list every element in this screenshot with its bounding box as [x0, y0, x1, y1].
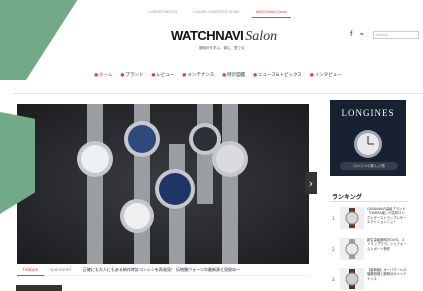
social-links: f ⌁ — [350, 30, 364, 38]
nav-brand[interactable]: ●ブランド — [121, 72, 144, 80]
nav-maintenance[interactable]: ●メンテナンス — [182, 72, 214, 80]
ad-subtext: ロンジンの新しい物 — [340, 162, 398, 170]
rank-number: 3 — [332, 277, 335, 282]
rank-title: CARAVANの高級ブランド「HARRA産」の名作ロングレザーストラップレザーエ… — [367, 207, 407, 225]
rss-icon[interactable]: ⌁ — [359, 30, 363, 38]
facebook-icon[interactable]: f — [350, 30, 352, 38]
rank-title: 【最新版】オーバホールの価格相場と腕時計のメンテナンス — [367, 268, 407, 281]
rank-title: 新生高級腕時計OLYS、ストラップワラ、シンフォームレポート新作 — [367, 238, 407, 251]
longines-ad-banner[interactable]: LONGINES ロンジンの新しい物 — [330, 100, 406, 176]
logo-sub: Salon — [245, 29, 278, 44]
rank-thumbnail — [340, 268, 364, 290]
site-header: WATCHNAVI Salon 腕時計を学ぶ、愉む、愛でる f ⌁ Search — [13, 28, 423, 64]
ranking-item[interactable]: 3 【最新版】オーバホールの価格相場と腕時計のメンテナンス — [332, 268, 408, 290]
topnav-item-luxury[interactable]: LUXURY CONTENTS GUIDE — [189, 8, 243, 18]
nav-news[interactable]: ●ニュース&トピックス — [253, 72, 302, 80]
site-logo[interactable]: WATCHNAVI Salon — [171, 28, 277, 45]
hero-slider-image[interactable] — [17, 104, 309, 264]
caption-tab-sponsored[interactable]: sponsored — [44, 264, 77, 276]
caption-tab-feature[interactable]: Feature — [17, 264, 45, 276]
tagline: 腕時計を学ぶ、愉む、愛でる — [199, 46, 245, 50]
hero-caption-text[interactable]: 正確にも大人にもある新作時計コンシンを再発見！ 伝統腕ウォーツの最新源と見極め― — [83, 267, 240, 273]
top-site-nav: CARTIER WATCH LUXURY CONTENTS GUIDE WATC… — [13, 8, 423, 18]
ranking-divider — [330, 201, 408, 202]
topnav-item-cartier[interactable]: CARTIER WATCH — [145, 8, 181, 18]
hero-caption-bar: Feature sponsored 正確にも大人にもある新作時計コンシンを再発見… — [17, 264, 309, 276]
header-divider — [13, 93, 423, 94]
ranking-item[interactable]: 2 新生高級腕時計OLYS、ストラップワラ、シンフォームレポート新作 — [332, 238, 408, 264]
rank-thumbnail — [340, 238, 364, 260]
topnav-item-salon[interactable]: WATCHNAVI Salon — [251, 8, 291, 18]
bottom-tab-bar — [16, 285, 62, 291]
nav-home[interactable]: ●ホーム — [94, 72, 112, 80]
search-input[interactable]: Search — [373, 31, 419, 39]
nav-review[interactable]: ●レビュー — [151, 72, 174, 80]
nav-catalog[interactable]: ●時計図鑑 — [222, 72, 245, 80]
rank-thumbnail — [340, 207, 364, 229]
rank-number: 1 — [332, 216, 335, 221]
nav-interview[interactable]: ●インタビュー — [310, 72, 342, 80]
rank-number: 2 — [332, 247, 335, 252]
logo-main: WATCHNAVI — [171, 28, 244, 43]
ranking-title: ランキング — [332, 194, 362, 201]
slider-next-button[interactable]: › — [305, 172, 317, 194]
main-nav: ●ホーム ●ブランド ●レビュー ●メンテナンス ●時計図鑑 ●ニュース&トピッ… — [13, 72, 423, 80]
ranking-item[interactable]: 1 CARAVANの高級ブランド「HARRA産」の名作ロングレザーストラップレザ… — [332, 207, 408, 233]
